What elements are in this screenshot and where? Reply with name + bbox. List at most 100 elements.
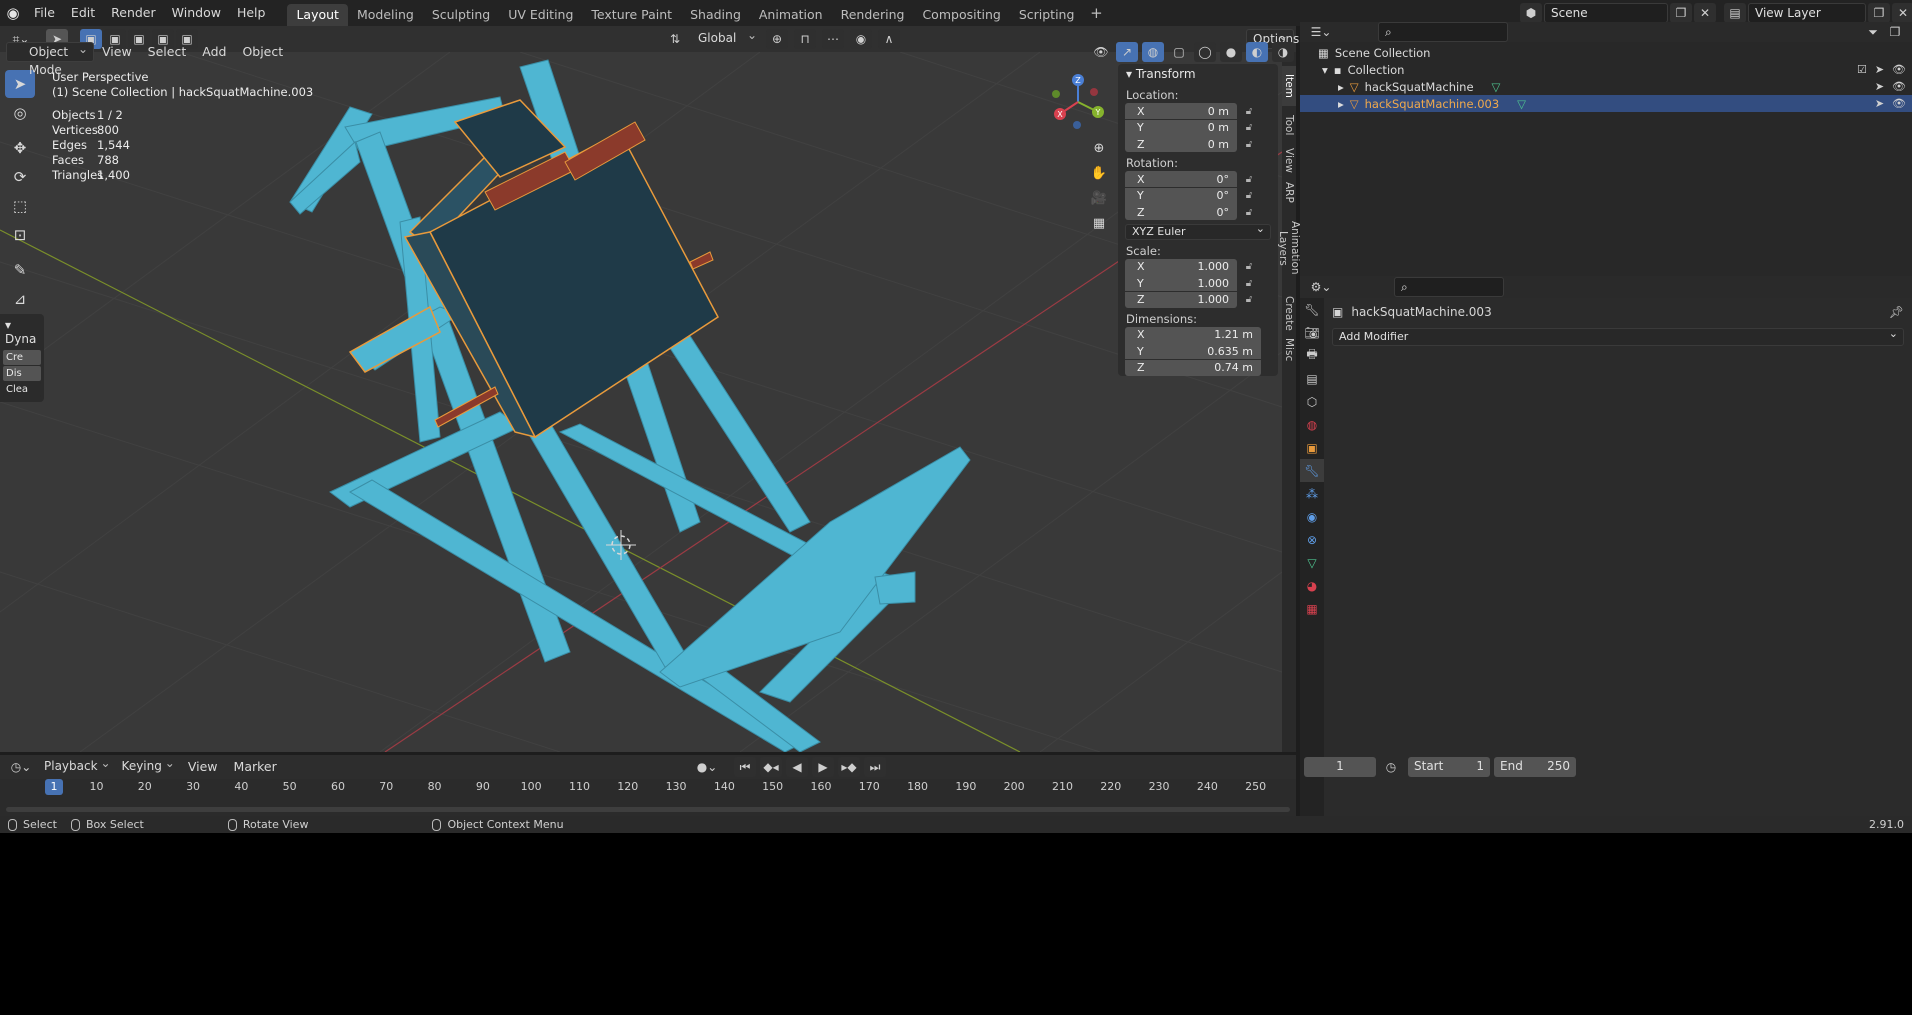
tab-create[interactable]: Create <box>1282 294 1296 332</box>
keying-menu[interactable]: Keying <box>116 754 180 777</box>
gizmo-toggle-icon[interactable]: ↗ <box>1116 42 1138 62</box>
move-tool-icon[interactable]: ✥ <box>5 134 35 162</box>
auto-keying-icon[interactable]: ●⌄ <box>696 757 718 777</box>
view-layer-field[interactable]: View Layer <box>1748 3 1866 23</box>
new-collection-icon[interactable]: ❐ <box>1884 22 1906 42</box>
render-tab-icon[interactable]: 📷︎ <box>1300 321 1324 344</box>
dimensions-z-field[interactable]: Z 0.74 m <box>1125 359 1261 376</box>
dyna-clear-dropdown[interactable]: Clea <box>3 382 41 397</box>
scene-render[interactable] <box>0 52 1282 752</box>
ortho-grid-icon[interactable]: ▦ <box>1088 212 1110 234</box>
end-frame-field[interactable]: End 250 <box>1494 757 1576 777</box>
outliner-collection[interactable]: ▾ ▪ Collection ☑ ➤ 👁︎ <box>1300 61 1912 78</box>
lock-icon[interactable]: 🔓︎ <box>1239 278 1259 289</box>
material-tab-icon[interactable]: ◕ <box>1300 574 1324 597</box>
new-scene-icon[interactable]: ❐ <box>1670 3 1692 23</box>
object-mode-dropdown[interactable]: Object Mode <box>6 40 94 77</box>
scale-z-field[interactable]: Z 1.000 <box>1125 291 1237 308</box>
rotation-z-field[interactable]: Z 0° <box>1125 204 1237 220</box>
dimensions-y-field[interactable]: Y 0.635 m <box>1125 343 1261 359</box>
dimensions-x-field[interactable]: X 1.21 m <box>1125 326 1261 343</box>
location-z-field[interactable]: Z0 m <box>1125 136 1237 152</box>
wireframe-shading-icon[interactable]: ◯ <box>1194 42 1216 62</box>
viewport-menu-add[interactable]: Add <box>194 42 234 62</box>
tab-arp[interactable]: ARP <box>1282 177 1296 207</box>
viewport-menu-view[interactable]: View <box>94 42 140 62</box>
zoom-icon[interactable]: ⊕ <box>1088 137 1110 159</box>
pin-icon[interactable]: 📌︎ <box>1889 305 1904 319</box>
eye-icon[interactable]: 👁︎ <box>1892 80 1906 93</box>
tab-rendering[interactable]: Rendering <box>832 4 914 26</box>
particles-tab-icon[interactable]: ⁂ <box>1300 482 1324 505</box>
transform-panel-title[interactable]: ▾ Transform <box>1118 64 1278 84</box>
current-frame-field[interactable]: 1 <box>1304 757 1376 777</box>
start-frame-field[interactable]: Start 1 <box>1408 757 1490 777</box>
view-layer-icon[interactable]: ▤ <box>1724 3 1746 23</box>
timeline-view-menu[interactable]: View <box>180 755 226 779</box>
lock-icon[interactable]: 🔓︎ <box>1239 174 1259 185</box>
add-modifier-dropdown[interactable]: Add Modifier <box>1332 326 1904 346</box>
navigation-gizmo[interactable]: Z Y X <box>1048 72 1108 132</box>
menu-window[interactable]: Window <box>164 0 229 26</box>
solid-shading-icon[interactable]: ● <box>1220 42 1242 62</box>
tab-animation-layers[interactable]: Animation Layers <box>1277 209 1301 287</box>
tab-compositing[interactable]: Compositing <box>913 4 1009 26</box>
marker-menu[interactable]: Marker <box>226 755 285 779</box>
physics-tab-icon[interactable]: ◉ <box>1300 505 1324 528</box>
texture-tab-icon[interactable]: ▦ <box>1300 597 1324 620</box>
outliner-object-hack-squat-machine-003[interactable]: ▸ ▽ hackSquatMachine.003 ▽ ➤ 👁︎ <box>1300 95 1912 112</box>
scene-icon[interactable]: ⬢ <box>1520 3 1542 23</box>
playhead[interactable]: 1 <box>45 779 63 795</box>
delete-scene-icon[interactable]: ✕ <box>1694 3 1716 23</box>
dyna-panel-title[interactable]: ▾ Dyna <box>3 318 41 346</box>
scale-y-field[interactable]: Y 1.000 <box>1125 275 1237 291</box>
preview-range-icon[interactable]: ◷ <box>1380 757 1402 777</box>
dyna-dissolve-button[interactable]: Dis <box>3 366 41 381</box>
output-tab-icon[interactable]: 🖶 <box>1300 344 1324 367</box>
expand-arrow-icon[interactable]: ▸ <box>1338 80 1344 94</box>
blender-logo-icon[interactable]: ◉ <box>0 0 26 26</box>
object-tab-icon[interactable]: ▣ <box>1300 436 1324 459</box>
xray-toggle-icon[interactable]: ▢ <box>1168 42 1190 62</box>
visibility-icon[interactable]: 👁︎ <box>1090 42 1112 62</box>
tab-modeling[interactable]: Modeling <box>348 4 423 26</box>
expand-arrow-icon[interactable]: ▸ <box>1338 97 1344 111</box>
jump-keyframe-forward-icon[interactable]: ▸◆ <box>838 757 860 777</box>
lock-icon[interactable]: 🔓︎ <box>1239 190 1259 201</box>
new-view-layer-icon[interactable]: ❐ <box>1868 3 1890 23</box>
outliner-object-hack-squat-machine[interactable]: ▸ ▽ hackSquatMachine ▽ ➤ 👁︎ <box>1300 78 1912 95</box>
view-layer-tab-icon[interactable]: ▤ <box>1300 367 1324 390</box>
rotate-tool-icon[interactable]: ⟳ <box>5 163 35 191</box>
material-shading-icon[interactable]: ◐ <box>1246 42 1268 62</box>
tool-tab-icon[interactable]: 🔧︎ <box>1300 298 1324 321</box>
scene-tab-icon[interactable]: ⬡ <box>1300 390 1324 413</box>
viewport-menu-select[interactable]: Select <box>140 42 195 62</box>
delete-view-layer-icon[interactable]: ✕ <box>1892 3 1912 23</box>
tab-sculpting[interactable]: Sculpting <box>423 4 499 26</box>
select-arrow-icon[interactable]: ➤ <box>1875 63 1884 76</box>
constraints-tab-icon[interactable]: ⊗ <box>1300 528 1324 551</box>
outliner-search-input[interactable]: ⌕ <box>1378 22 1508 42</box>
jump-keyframe-back-icon[interactable]: ◆◂ <box>760 757 782 777</box>
lock-icon[interactable]: 🔓︎ <box>1239 261 1259 272</box>
3d-viewport[interactable]: ➤ ◎ ✥ ⟳ ⬚ ⊡ ✎ ⊿ ▾ Dyna Cre Dis Clea User… <box>0 52 1282 752</box>
tab-item[interactable]: Item <box>1282 66 1296 106</box>
menu-help[interactable]: Help <box>229 0 274 26</box>
tab-shading[interactable]: Shading <box>681 4 750 26</box>
menu-edit[interactable]: Edit <box>63 0 103 26</box>
dyna-create-button[interactable]: Cre <box>3 350 41 365</box>
properties-search-input[interactable]: ⌕ <box>1394 277 1504 297</box>
lock-icon[interactable]: 🔓︎ <box>1239 207 1259 218</box>
location-x-field[interactable]: X0 m <box>1125 103 1237 119</box>
filter-icon[interactable]: ⏷ <box>1862 22 1884 42</box>
scene-field[interactable]: Scene <box>1544 3 1668 23</box>
timeline-editor-type-icon[interactable]: ◷⌄ <box>6 757 36 777</box>
eye-icon[interactable]: 👁︎ <box>1892 97 1906 110</box>
viewport-menu-object[interactable]: Object <box>234 42 291 62</box>
expand-arrow-icon[interactable]: ▾ <box>1322 63 1328 77</box>
timeline[interactable]: 1 10 20 30 40 50 60 70 80 90 100 110 120 130 140 150 16… <box>0 779 1296 816</box>
annotate-tool-icon[interactable]: ✎ <box>5 256 35 284</box>
lock-icon[interactable]: 🔓︎ <box>1239 106 1259 117</box>
data-tab-icon[interactable]: ▽ <box>1300 551 1324 574</box>
menu-file[interactable]: File <box>26 0 63 26</box>
